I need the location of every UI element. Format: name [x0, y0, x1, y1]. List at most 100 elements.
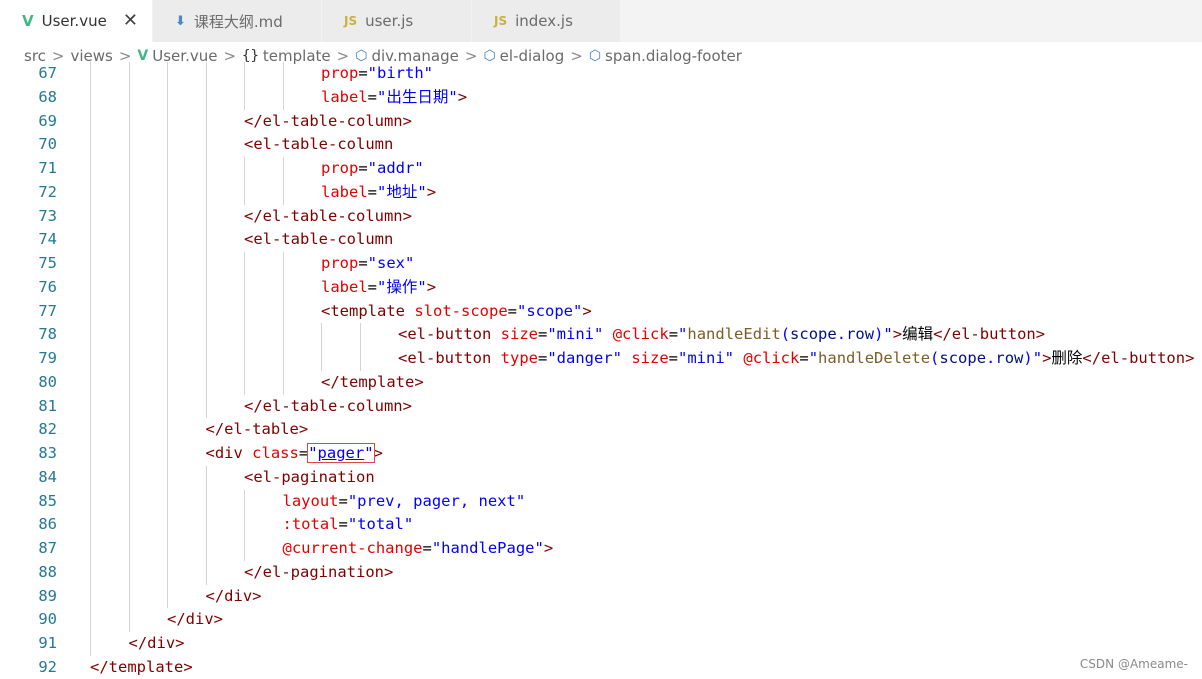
tab-user-js[interactable]: JS user.js: [322, 0, 472, 42]
line-number: 82: [38, 420, 57, 439]
code-line[interactable]: 81 </el-table-column>: [0, 394, 1202, 419]
indent-guide: [90, 394, 91, 419]
indent-guide: [90, 228, 91, 252]
code-token: prop: [321, 159, 359, 177]
indent-guide: [90, 252, 91, 276]
code-token: =: [507, 301, 518, 320]
code-token: prop: [321, 64, 359, 82]
code-line[interactable]: 91 </div>: [0, 632, 1202, 656]
indent-guide: [128, 157, 130, 181]
indent-guide: [128, 275, 130, 300]
code-line[interactable]: 85 layout="prev, pager, next": [0, 489, 1202, 514]
code-token: =: [367, 87, 378, 106]
indent-guide: [244, 252, 245, 276]
code-line[interactable]: 73 </el-table-column>: [0, 204, 1202, 229]
code-line[interactable]: 71 prop="addr": [0, 157, 1202, 181]
code-line[interactable]: 72 label="地址">: [0, 180, 1202, 205]
code-token: <el-table-column: [244, 135, 394, 154]
code-text: </div>: [206, 585, 262, 609]
tab-label: user.js: [365, 12, 414, 30]
indent-guide: [90, 370, 91, 395]
code-token: >: [1042, 349, 1052, 367]
indent-guide: [359, 347, 361, 371]
indent-guide: [128, 299, 130, 324]
indent-guide: [205, 489, 207, 514]
code-line[interactable]: 83 <div class="pager">: [0, 442, 1202, 466]
code-line[interactable]: 67 prop="birth": [0, 62, 1202, 86]
line-number: 71: [38, 159, 57, 177]
indent-guide: [128, 513, 130, 537]
indent-guide: [205, 513, 207, 537]
code-line[interactable]: 89 </div>: [0, 584, 1202, 609]
code-token: "mini": [547, 325, 604, 344]
indent-guide: [205, 370, 207, 395]
code-line[interactable]: 86:total="total": [0, 513, 1202, 537]
indent-guide: [128, 323, 130, 347]
indent-guide: [321, 323, 322, 347]
code-line[interactable]: 75 prop="sex": [0, 252, 1202, 276]
code-editor[interactable]: 67 prop="birth" 68 label="出生日期"> 69 </el-tabl…: [0, 62, 1202, 679]
indent-guide: [128, 85, 130, 110]
tab-index-js[interactable]: JS index.js: [472, 0, 621, 42]
code-token: =: [338, 515, 348, 534]
line-number: 73: [38, 206, 57, 225]
indent-guide: [244, 180, 245, 205]
indent-guide: [167, 275, 168, 300]
code-token: .: [986, 349, 996, 367]
indent-guide: [205, 228, 207, 252]
code-line[interactable]: 68 label="出生日期">: [0, 85, 1202, 110]
code-line[interactable]: 76 label="操作">: [0, 275, 1202, 300]
editor-tab-bar: V User.vue ✕ ⬇ 课程大纲.md JS user.js JS ind…: [0, 0, 1202, 42]
indent-guide: [128, 347, 130, 371]
code-line[interactable]: 69 </el-table-column>: [0, 109, 1202, 134]
code-line[interactable]: 90 </div>: [0, 608, 1202, 632]
code-line[interactable]: 70 <el-table-column: [0, 133, 1202, 157]
code-text: </template>: [321, 371, 424, 395]
indent-guide: [128, 204, 130, 229]
indent-guide: [282, 252, 284, 276]
code-token: =: [298, 444, 309, 462]
indent-guide: [90, 204, 91, 229]
code-token: >: [543, 539, 554, 557]
code-token: ": [678, 325, 688, 344]
close-icon[interactable]: ✕: [123, 10, 138, 31]
indent-guide: [128, 180, 130, 205]
code-token: >: [457, 87, 468, 106]
code-line[interactable]: 82 </el-table>: [0, 418, 1202, 442]
code-line[interactable]: 84 <el-pagination: [0, 465, 1202, 490]
code-line[interactable]: 74 <el-table-column: [0, 228, 1202, 252]
code-line[interactable]: 80 </template>: [0, 370, 1202, 395]
indent-guide: [205, 537, 207, 561]
code-line[interactable]: 92 </template>: [0, 656, 1202, 679]
tab-user-vue[interactable]: V User.vue ✕: [0, 0, 153, 42]
code-token: "sex": [367, 254, 415, 272]
code-line[interactable]: 87 @current-change="handlePage">: [0, 537, 1202, 561]
indent-guide: [90, 180, 91, 205]
code-token: >: [373, 444, 383, 462]
indent-guide: [205, 275, 207, 300]
indent-guide: [128, 489, 130, 514]
code-token: .: [836, 325, 847, 344]
code-token: =: [799, 349, 809, 367]
code-token: 删除: [1051, 349, 1083, 367]
tab-course-outline-md[interactable]: ⬇ 课程大纲.md: [153, 0, 322, 42]
line-number: 88: [38, 562, 57, 581]
code-token: slot-scope: [414, 301, 508, 320]
code-token: </el-button>: [1082, 349, 1195, 367]
code-line[interactable]: 77 <template slot-scope="scope">: [0, 299, 1202, 324]
code-token: "mini": [678, 349, 735, 367]
code-line[interactable]: 78 <el-button size="mini" @click="handleE…: [0, 323, 1202, 347]
code-text: <el-table-column: [244, 228, 393, 252]
indent-guide: [321, 347, 322, 371]
code-token: =: [668, 349, 679, 367]
code-token: =: [367, 277, 378, 296]
code-token: prop: [321, 254, 359, 272]
code-token: (: [780, 325, 791, 344]
code-line[interactable]: 88 </el-pagination>: [0, 560, 1202, 585]
code-token: size: [631, 349, 669, 367]
code-token: </el-table>: [205, 420, 309, 439]
code-line[interactable]: 79 <el-button type="danger" size="mini" @…: [0, 347, 1202, 371]
indent-guide: [167, 513, 168, 537]
